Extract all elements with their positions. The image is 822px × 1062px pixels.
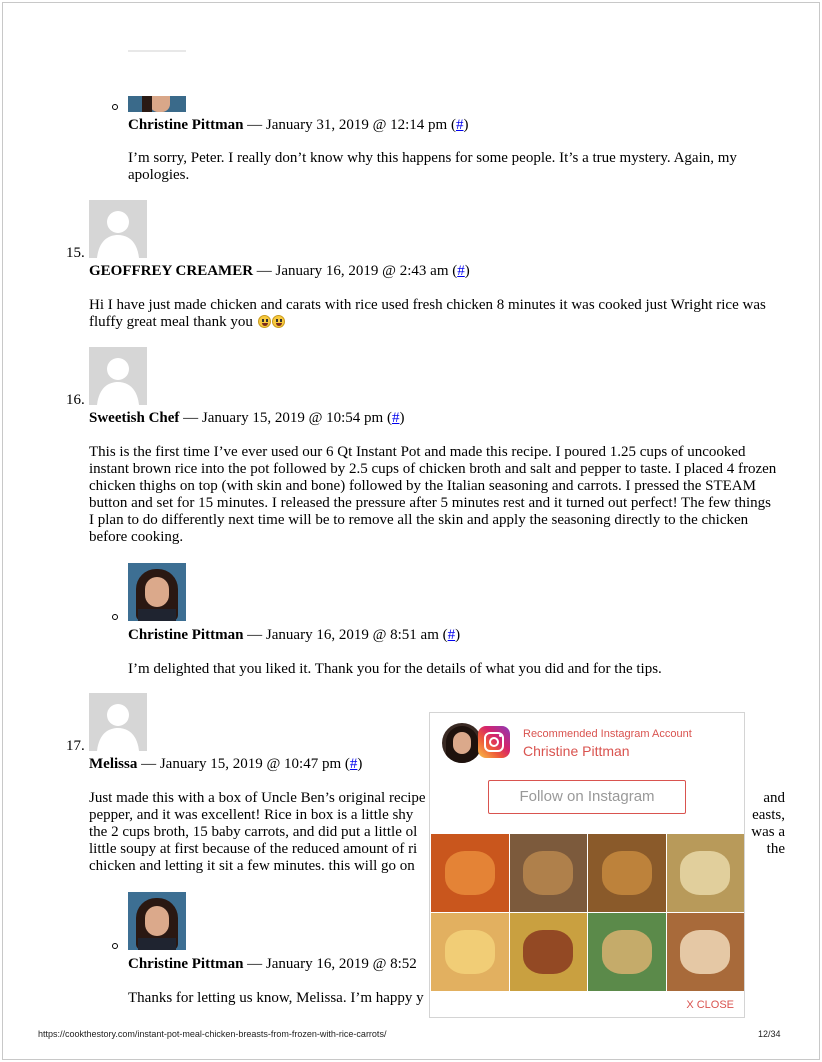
comment-permalink[interactable]: #: [457, 263, 465, 279]
comment-meta: Sweetish Chef — January 15, 2019 @ 10:54…: [89, 410, 405, 426]
instagram-logo-icon: [478, 726, 510, 758]
avatar-placeholder: [89, 693, 147, 751]
christine-profile-photo: [442, 723, 482, 763]
avatar-christine-cropped: [128, 96, 186, 112]
comment-meta: Melissa — January 15, 2019 @ 10:47 pm (#…: [89, 756, 363, 772]
instagram-account-name[interactable]: Christine Pittman: [523, 743, 630, 759]
avatar-fragment-top: [128, 50, 186, 52]
comment-date: — January 16, 2019 @ 2:43 am: [253, 263, 453, 279]
comment-meta: Christine Pittman — January 16, 2019 @ 8…: [128, 956, 417, 973]
footer-page-number: 12/34: [758, 1029, 781, 1039]
list-bullet: [112, 614, 118, 620]
comment-author: Christine Pittman: [128, 956, 244, 972]
footer-url: https://cookthestory.com/instant-pot-mea…: [38, 1029, 387, 1039]
person-silhouette-icon: [89, 200, 147, 258]
comment-text: Hi I have just made chicken and carats w…: [89, 297, 766, 330]
comment-line: pepper, and it was excellent! Rice in bo…: [89, 807, 414, 823]
comment-body: Just made this with a box of Uncle Ben’s…: [89, 790, 429, 875]
comment-date: — January 16, 2019 @ 8:51 am: [243, 627, 443, 643]
pasta-bowl-photo[interactable]: [509, 913, 587, 991]
ribs-plate-photo[interactable]: [509, 834, 587, 912]
comment-author: Sweetish Chef: [89, 410, 180, 426]
follow-on-instagram-button[interactable]: Follow on Instagram: [488, 780, 686, 814]
dessert-squares-photo[interactable]: [666, 913, 744, 991]
grinning-emoji-icon: [271, 315, 285, 328]
instagram-recommendation-widget: Recommended Instagram Account Christine …: [429, 712, 745, 1018]
casserole-photo[interactable]: [588, 913, 666, 991]
comment-number: 16.: [66, 392, 85, 408]
avatar-placeholder: [89, 200, 147, 258]
recommended-label: Recommended Instagram Account: [523, 728, 692, 740]
comment-body-right: and easts, was a the: [745, 790, 785, 858]
comment-date: — January 15, 2019 @ 10:47 pm: [137, 756, 345, 772]
roast-chicken-photo[interactable]: [588, 834, 666, 912]
person-silhouette-icon: [89, 347, 147, 405]
avatar-christine: [128, 563, 186, 621]
comment-author: GEOFFREY CREAMER: [89, 263, 254, 279]
comment-line: was a: [751, 824, 785, 840]
instagram-photo-grid: [431, 834, 744, 991]
comment-author: Christine Pittman: [128, 627, 244, 643]
comment-line: little soupy at first because of the red…: [89, 841, 418, 857]
list-bullet: [112, 104, 118, 110]
comment-line: Just made this with a box of Uncle Ben’s…: [89, 790, 426, 806]
comment-line: easts,: [752, 807, 785, 823]
grinning-emoji-icon: [257, 315, 271, 328]
comment-body: I’m sorry, Peter. I really don’t know wh…: [128, 150, 737, 183]
comment-number: 15.: [66, 245, 85, 261]
close-button[interactable]: X CLOSE: [686, 999, 734, 1011]
comment-date: — January 15, 2019 @ 10:54 pm: [179, 410, 387, 426]
comment-author: Melissa: [89, 756, 138, 772]
sweet-potato-cubes-photo[interactable]: [431, 834, 509, 912]
comment-line: and: [763, 790, 785, 806]
comment-line: the 2 cups broth, 15 baby carrots, and d…: [89, 824, 418, 840]
list-bullet: [112, 943, 118, 949]
dip-bowl-photo[interactable]: [666, 834, 744, 912]
comment-author: Christine Pittman: [128, 117, 244, 133]
comment-meta: Christine Pittman — January 16, 2019 @ 8…: [128, 627, 461, 643]
comment-date: — January 31, 2019 @ 12:14 pm: [243, 117, 451, 133]
comment-body: Thanks for letting us know, Melissa. I’m…: [128, 990, 424, 1006]
comment-line: the: [766, 841, 785, 857]
comment-date: — January 16, 2019 @ 8:52: [243, 956, 417, 972]
avatar-christine: [128, 892, 186, 950]
avatar-placeholder: [89, 347, 147, 405]
person-silhouette-icon: [89, 693, 147, 751]
comment-meta: Christine Pittman — January 31, 2019 @ 1…: [128, 117, 469, 133]
comment-body: Hi I have just made chicken and carats w…: [89, 297, 779, 331]
comment-body: This is the first time I’ve ever used ou…: [89, 444, 777, 545]
comment-meta: GEOFFREY CREAMER — January 16, 2019 @ 2:…: [89, 263, 470, 279]
cheese-sauce-photo[interactable]: [431, 913, 509, 991]
comment-body: I’m delighted that you liked it. Thank y…: [128, 661, 662, 677]
comment-line: chicken and letting it sit a few minutes…: [89, 858, 415, 874]
comment-number: 17.: [66, 738, 85, 754]
